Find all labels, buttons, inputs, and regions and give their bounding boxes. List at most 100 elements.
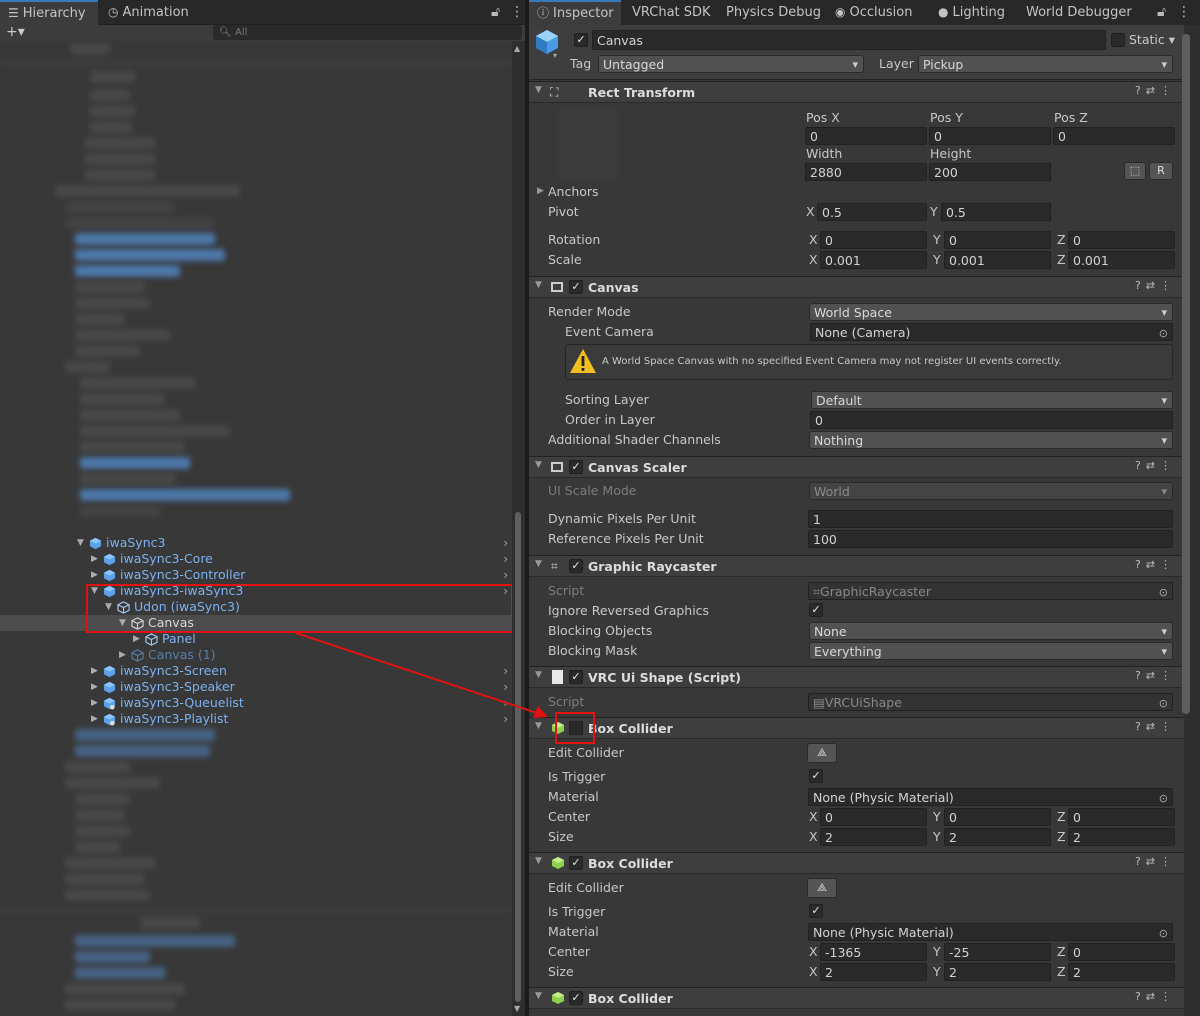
size-y-field[interactable]: 2 [944,828,1051,846]
graphic-raycaster-enabled-checkbox[interactable]: ✓ [569,559,583,573]
pos-y-field[interactable]: 0 [929,127,1051,145]
component-buttons[interactable]: ?⇄⋮ [1135,84,1176,97]
chevron-right-icon[interactable]: › [503,551,508,567]
center-x-field[interactable]: -1365 [820,943,927,961]
tab-world-debugger[interactable]: World Debugger [1018,0,1132,25]
raw-edit-button[interactable]: R [1149,162,1173,180]
shader-channels-dropdown[interactable]: Nothing [809,431,1173,450]
box-collider-3-header[interactable]: ▼ ✓ Box Collider ?⇄⋮ [529,987,1184,1009]
tree-row-iwasync3-queuelist[interactable]: ▶ iwaSync3-Queuelist › [0,695,512,711]
tree-row-iwasync3[interactable]: ▼ iwaSync3 › [0,535,512,551]
expand-arrow-icon[interactable]: ▼ [77,535,87,551]
chevron-right-icon[interactable]: › [503,663,508,679]
scale-z-field[interactable]: 0.001 [1068,251,1175,269]
layer-dropdown[interactable]: Pickup [918,55,1173,74]
event-camera-field[interactable]: None (Camera) ⊙ [810,323,1173,341]
fold-arrow-icon[interactable]: ▼ [535,280,542,290]
component-buttons[interactable]: ?⇄⋮ [1135,990,1176,1003]
object-picker-icon[interactable]: ⊙ [1159,790,1168,805]
object-name-field[interactable]: Canvas [592,30,1106,50]
fold-arrow-icon[interactable]: ▼ [535,85,542,95]
rect-transform-header[interactable]: ▼ ⛶ Rect Transform ?⇄⋮ [529,81,1184,103]
chevron-right-icon[interactable]: › [503,711,508,727]
lock-icon[interactable]: 🔓︎ [1157,4,1166,20]
component-buttons[interactable]: ?⇄⋮ [1135,669,1176,682]
collapse-arrow-icon[interactable]: ▶ [91,679,101,695]
tab-inspector[interactable]: ⓘ Inspector [529,0,621,25]
component-buttons[interactable]: ?⇄⋮ [1135,855,1176,868]
pos-x-field[interactable]: 0 [805,127,927,145]
rotation-y-field[interactable]: 0 [944,231,1051,249]
component-buttons[interactable]: ?⇄⋮ [1135,558,1176,571]
fold-arrow-icon[interactable]: ▼ [535,991,542,1001]
size-x-field[interactable]: 2 [820,828,927,846]
anchors-foldout[interactable]: Anchors [548,184,599,199]
tab-animation[interactable]: ◷ Animation [100,0,210,25]
static-checkbox[interactable] [1111,33,1125,47]
order-in-layer-field[interactable]: 0 [810,411,1173,429]
collapse-arrow-icon[interactable]: ▶ [133,631,143,647]
scroll-down-icon[interactable]: ▼ [514,1004,520,1013]
tree-row-canvas-1[interactable]: ▶ Canvas (1) [0,647,512,663]
box-collider-1-header[interactable]: ▼ Box Collider ?⇄⋮ [529,717,1184,739]
reference-pixels-field[interactable]: 100 [808,530,1173,548]
more-options-icon[interactable]: ⋮ [510,4,524,20]
collapse-arrow-icon[interactable]: ▶ [91,695,101,711]
canvas-scaler-enabled-checkbox[interactable]: ✓ [569,460,583,474]
tree-row-iwasync3-core[interactable]: ▶ iwaSync3-Core › [0,551,512,567]
pivot-y-field[interactable]: 0.5 [941,203,1051,221]
render-mode-dropdown[interactable]: World Space [809,303,1173,322]
object-active-checkbox[interactable]: ✓ [574,33,588,47]
fold-arrow-icon[interactable]: ▼ [535,721,542,731]
chevron-right-icon[interactable]: › [503,695,508,711]
material-field[interactable]: None (Physic Material) ⊙ [808,788,1173,806]
is-trigger-checkbox[interactable]: ✓ [809,904,823,918]
chevron-right-icon[interactable]: › [503,535,508,551]
collapse-arrow-icon[interactable]: ▶ [119,647,129,663]
blueprint-mode-button[interactable]: ⬚ [1124,162,1146,180]
tab-vrchat-sdk[interactable]: VRChat SDK [624,0,711,25]
box-collider-3-enabled-checkbox[interactable]: ✓ [569,991,583,1005]
sorting-layer-dropdown[interactable]: Default [811,391,1173,410]
tab-lighting[interactable]: ● Lighting [930,0,1005,25]
width-field[interactable]: 2880 [805,163,927,181]
rotation-x-field[interactable]: 0 [820,231,927,249]
height-field[interactable]: 200 [929,163,1051,181]
pivot-x-field[interactable]: 0.5 [817,203,927,221]
size-z-field[interactable]: 2 [1068,963,1175,981]
lock-icon[interactable]: 🔓︎ [491,4,500,20]
chevron-right-icon[interactable]: › [503,679,508,695]
hierarchy-scrollbar-thumb[interactable] [515,512,521,1002]
scale-y-field[interactable]: 0.001 [944,251,1051,269]
anchor-preset-icon[interactable] [557,108,619,180]
collapse-arrow-icon[interactable]: ▶ [91,551,101,567]
static-dropdown[interactable]: Static ▾ [1129,32,1175,47]
tree-row-iwasync3-controller[interactable]: ▶ iwaSync3-Controller › [0,567,512,583]
box-collider-2-header[interactable]: ▼ ✓ Box Collider ?⇄⋮ [529,852,1184,874]
dynamic-pixels-field[interactable]: 1 [808,510,1173,528]
tab-physics-debug[interactable]: Physics Debug [718,0,821,25]
chevron-right-icon[interactable]: › [503,567,508,583]
collapse-arrow-icon[interactable]: ▶ [91,711,101,727]
component-buttons[interactable]: ?⇄⋮ [1135,459,1176,472]
size-z-field[interactable]: 2 [1068,828,1175,846]
center-y-field[interactable]: -25 [944,943,1051,961]
edit-collider-button[interactable]: ⟁ [807,878,837,898]
fold-arrow-icon[interactable]: ▶ [537,186,544,196]
collapse-arrow-icon[interactable]: ▶ [91,663,101,679]
tree-row-iwasync3-playlist[interactable]: ▶ iwaSync3-Playlist › [0,711,512,727]
hierarchy-search-input[interactable]: 🔍︎ All [213,25,522,40]
vrc-ui-shape-header[interactable]: ▼ ✓ VRC Ui Shape (Script) ?⇄⋮ [529,666,1184,688]
add-button[interactable]: +▾ [6,24,25,40]
graphic-raycaster-header[interactable]: ▼ ⌗ ✓ Graphic Raycaster ?⇄⋮ [529,555,1184,577]
object-picker-icon[interactable]: ⊙ [1159,925,1168,940]
tab-occlusion[interactable]: ◉ Occlusion [827,0,912,25]
fold-arrow-icon[interactable]: ▼ [535,559,542,569]
tag-dropdown[interactable]: Untagged [598,55,864,74]
tree-row-iwasync3-screen[interactable]: ▶ iwaSync3-Screen › [0,663,512,679]
scroll-up-icon[interactable]: ▲ [514,44,520,53]
component-buttons[interactable]: ?⇄⋮ [1135,279,1176,292]
edit-collider-button[interactable]: ⟁ [807,743,837,763]
vrc-ui-shape-enabled-checkbox[interactable]: ✓ [569,670,583,684]
rotation-z-field[interactable]: 0 [1068,231,1175,249]
